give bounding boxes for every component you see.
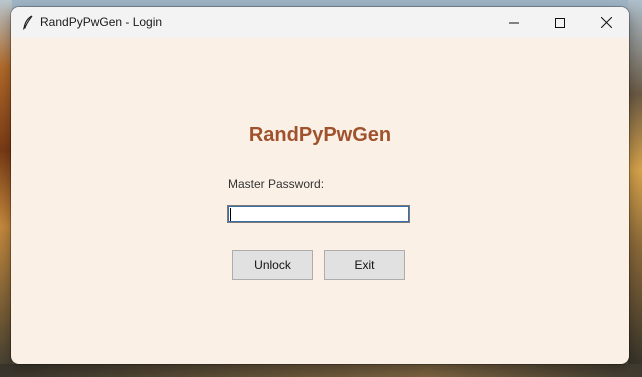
- desktop-wallpaper-right: [628, 0, 642, 377]
- window-title: RandPyPwGen - Login: [40, 15, 163, 29]
- app-heading: RandPyPwGen: [248, 124, 392, 146]
- unlock-button[interactable]: Unlock: [232, 250, 313, 280]
- close-icon: [600, 17, 612, 28]
- maximize-button[interactable]: [537, 7, 583, 38]
- minimize-button[interactable]: [491, 7, 537, 38]
- title-bar[interactable]: RandPyPwGen - Login: [11, 7, 629, 38]
- desktop-wallpaper-bottom: [0, 364, 642, 377]
- feather-icon: [22, 15, 33, 30]
- text-caret: [230, 208, 231, 221]
- exit-button[interactable]: Exit: [324, 250, 405, 280]
- master-password-label: Master Password:: [228, 177, 325, 191]
- minimize-icon: [509, 22, 519, 23]
- maximize-icon: [555, 17, 565, 28]
- login-window: RandPyPwGen - Login RandPyPwGen Master P…: [11, 7, 629, 364]
- close-button[interactable]: [583, 7, 629, 38]
- master-password-input[interactable]: [227, 205, 410, 223]
